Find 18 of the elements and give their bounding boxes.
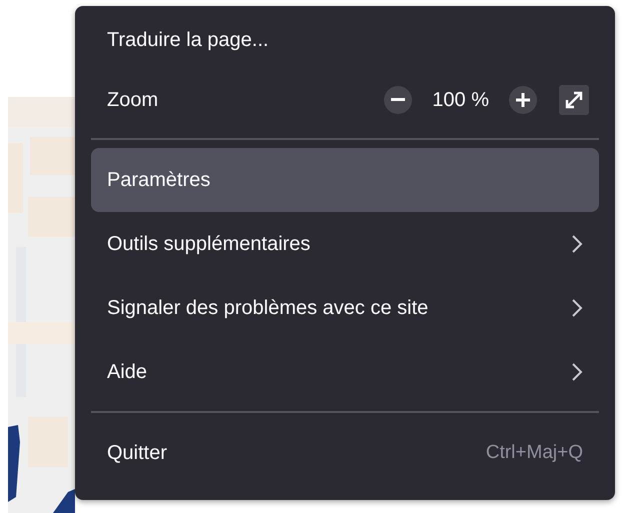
plus-icon [516,93,530,107]
menu-item[interactable]: Signaler des problèmes avec ce site [91,276,599,340]
menu-item[interactable]: Traduire la page... [91,12,599,68]
menu-item[interactable]: Aide [91,340,599,404]
fullscreen-button[interactable] [559,85,589,115]
chevron-right-icon [571,234,583,254]
minus-icon [391,98,406,102]
zoom-in-button[interactable] [509,86,537,114]
shortcut-text: Ctrl+Maj+Q [486,442,583,464]
zoom-level: 100 % [432,88,489,112]
chevron-right-icon [571,298,583,318]
menu-item[interactable]: Quitter Ctrl+Maj+Q [91,421,599,485]
menu-item[interactable]: Paramètres [91,148,599,212]
menu-item[interactable]: Outils supplémentaires [91,212,599,276]
chevron-right-icon [571,362,583,382]
zoom-label: Zoom [107,88,160,112]
zoom-out-button[interactable] [384,86,412,114]
expand-icon [564,90,584,110]
